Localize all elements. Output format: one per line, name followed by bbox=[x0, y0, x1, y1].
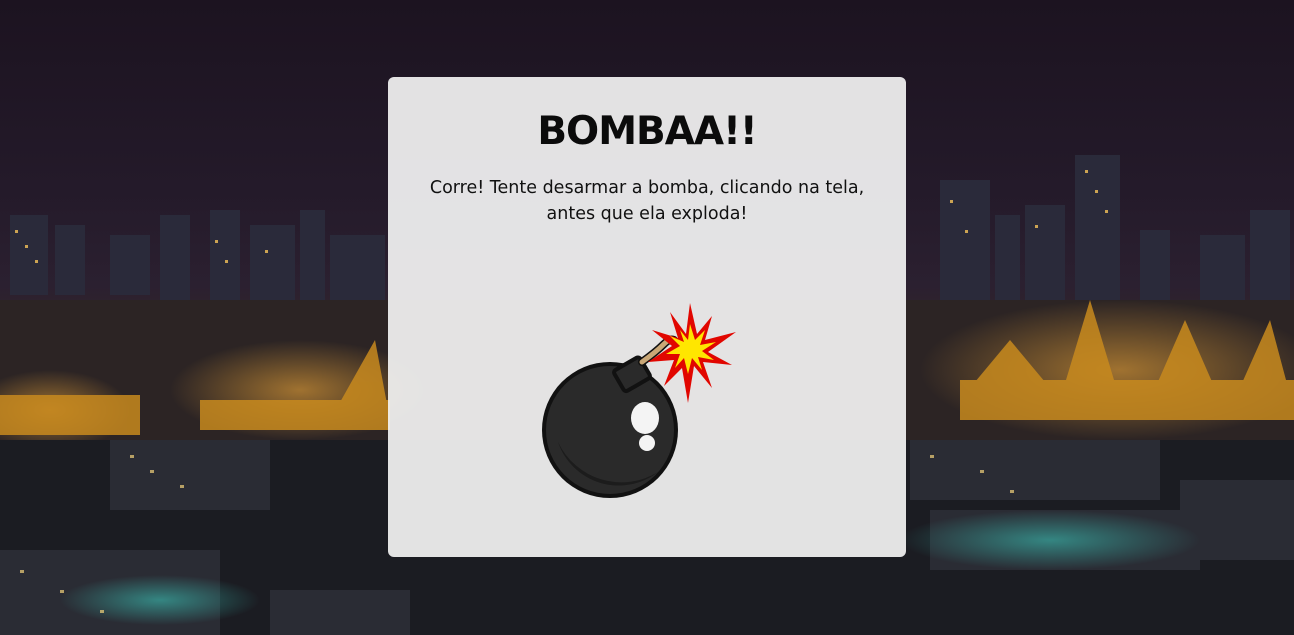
instructions-line-1: Corre! Tente desarmar a bomba, clicando … bbox=[429, 178, 865, 198]
page-title: BOMBAA!! bbox=[537, 109, 757, 154]
alert-card: BOMBAA!! Corre! Tente desarmar a bomba, … bbox=[388, 77, 906, 557]
instructions-text: Corre! Tente desarmar a bomba, clicando … bbox=[428, 175, 866, 227]
bomb-button[interactable] bbox=[538, 302, 738, 502]
bomb-icon bbox=[542, 303, 736, 498]
instructions-line-2: antes que ela exploda! bbox=[546, 204, 748, 224]
